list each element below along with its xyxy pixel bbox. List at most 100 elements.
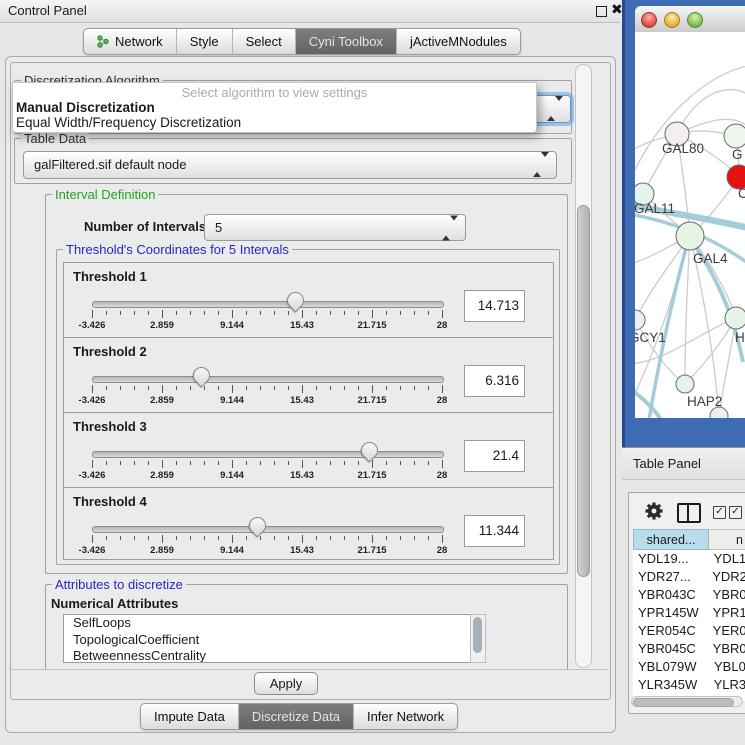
panel-scrollbar[interactable]: [575, 64, 592, 668]
slider-tick: [302, 535, 303, 543]
list-item[interactable]: BetweennessCentrality: [64, 648, 471, 663]
network-node-gal4[interactable]: [676, 222, 704, 250]
column-header-shared-name[interactable]: shared...: [633, 529, 709, 550]
tab-discretize-data[interactable]: Discretize Data: [239, 704, 354, 729]
table-row[interactable]: YDL19...YDL1: [633, 550, 745, 568]
attributes-list-scrollbar[interactable]: [470, 614, 486, 663]
slider-tick: [120, 386, 121, 390]
cell-name: YBR0: [708, 640, 745, 658]
slider-tick: [414, 386, 415, 390]
slider-tick: [92, 385, 93, 393]
network-node-gcy1[interactable]: [635, 310, 645, 330]
slider-tick: [190, 386, 191, 390]
slider-handle[interactable]: [189, 363, 213, 387]
list-item[interactable]: SelfLoops: [64, 615, 471, 632]
tab-cyni-toolbox[interactable]: Cyni Toolbox: [296, 29, 397, 54]
tab-label: Select: [246, 29, 282, 54]
slider-track[interactable]: [92, 376, 444, 383]
network-node-label: GAL11: [635, 201, 675, 216]
network-node-hap2[interactable]: [676, 375, 694, 393]
network-node-g[interactable]: [724, 124, 745, 148]
slider-tick: [372, 385, 373, 393]
slider-track[interactable]: [92, 451, 444, 458]
combo-spinner-icon: [442, 215, 458, 240]
slider-tick: [218, 461, 219, 465]
axis-tick-label: 15.43: [274, 545, 330, 556]
close-traffic-light-icon[interactable]: [641, 12, 657, 28]
table-row[interactable]: YER054CYER0: [633, 622, 745, 640]
number-of-intervals-combobox[interactable]: 5: [204, 214, 466, 241]
tab-label: Impute Data: [154, 704, 225, 729]
tab-label: Cyni Toolbox: [309, 29, 383, 54]
table-horizontal-scrollbar[interactable]: [631, 696, 743, 707]
number-of-intervals-value: 5: [215, 220, 222, 235]
slider-track[interactable]: [92, 526, 444, 533]
table-row[interactable]: YBR045CYBR0: [633, 640, 745, 658]
numerical-attributes-list[interactable]: SelfLoopsTopologicalCoefficientBetweenne…: [63, 614, 472, 663]
zoom-traffic-light-icon[interactable]: [687, 12, 703, 28]
slider-tick: [358, 536, 359, 540]
slider-tick: [288, 536, 289, 540]
table-row[interactable]: YDR27...YDR2: [633, 568, 745, 586]
slider-handle[interactable]: [357, 438, 381, 462]
network-canvas[interactable]: GAL80GCGAL11GAL4GCY1HHAP2: [635, 32, 745, 418]
network-node-label: GAL4: [693, 251, 728, 266]
slider-tick: [302, 460, 303, 468]
slider-tick: [134, 461, 135, 465]
slider-tick: [92, 460, 93, 468]
algorithm-placeholder-option[interactable]: Select algorithm to view settings: [13, 85, 536, 100]
slider-handle[interactable]: [283, 288, 307, 312]
slider-tick: [134, 386, 135, 390]
float-window-icon[interactable]: [596, 6, 607, 17]
checkbox-checked-icon[interactable]: ✓: [713, 506, 726, 519]
table-row[interactable]: YLR345WYLR3: [633, 676, 745, 694]
threshold-value-field[interactable]: 11.344: [464, 515, 525, 547]
slider-tick: [162, 385, 163, 393]
threshold-value-field[interactable]: 6.316: [464, 365, 525, 397]
panel-scrollbar-thumb[interactable]: [577, 205, 590, 577]
cell-name: YLR3: [709, 676, 745, 694]
table-data-combobox[interactable]: galFiltered.sif default node: [23, 151, 557, 179]
slider-tick: [330, 311, 331, 315]
slider-tick: [246, 311, 247, 315]
list-item[interactable]: TopologicalCoefficient: [64, 632, 471, 649]
table-row[interactable]: YPR145WYPR1: [633, 604, 745, 622]
split-columns-icon[interactable]: [677, 503, 701, 523]
slider-tick: [106, 386, 107, 390]
table-row[interactable]: YBR043CYBR0: [633, 586, 745, 604]
tab-jactivemnodules[interactable]: jActiveMNodules: [397, 29, 520, 54]
slider-tick: [218, 311, 219, 315]
network-edge[interactable]: [685, 236, 690, 384]
apply-button[interactable]: Apply: [254, 672, 318, 695]
network-node-h[interactable]: [725, 307, 745, 329]
checkbox-checked-icon[interactable]: ✓: [729, 506, 742, 519]
threshold-value-field[interactable]: 21.4: [464, 440, 525, 472]
tab-infer-network[interactable]: Infer Network: [354, 704, 457, 729]
close-icon[interactable]: ✖: [611, 1, 623, 18]
algorithm-option-manual[interactable]: Manual Discretization: [13, 100, 536, 115]
algorithm-option-equal-width[interactable]: Equal Width/Frequency Discretization: [13, 115, 536, 130]
tab-style[interactable]: Style: [177, 29, 233, 54]
control-panel-titlebar: Control Panel: [0, 0, 620, 23]
threshold-label: Threshold 3: [73, 419, 147, 434]
network-edge[interactable]: [685, 318, 736, 384]
panel-title: Control Panel: [8, 3, 87, 18]
slider-handle[interactable]: [245, 513, 269, 537]
gear-icon[interactable]: [643, 499, 665, 523]
threshold-value-field[interactable]: 14.713: [464, 290, 525, 322]
tab-network[interactable]: Network: [84, 29, 177, 54]
slider-track[interactable]: [92, 301, 444, 308]
slider-tick: [106, 536, 107, 540]
tab-impute-data[interactable]: Impute Data: [141, 704, 239, 729]
network-edge[interactable]: [635, 66, 745, 182]
network-edge[interactable]: [635, 236, 690, 320]
table-row[interactable]: YBL079WYBL0: [633, 658, 745, 676]
axis-tick-label: 21.715: [344, 320, 400, 331]
tab-select[interactable]: Select: [233, 29, 296, 54]
slider-tick: [106, 311, 107, 315]
minimize-traffic-light-icon[interactable]: [664, 12, 680, 28]
axis-tick-label: 28: [414, 545, 470, 556]
axis-tick-label: 2.859: [134, 320, 190, 331]
column-header-name[interactable]: n: [709, 529, 745, 550]
slider-tick: [428, 461, 429, 465]
